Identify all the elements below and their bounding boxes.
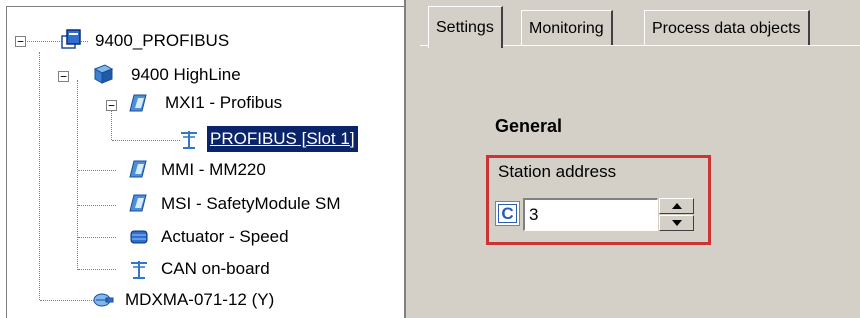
tree-line: [78, 205, 116, 206]
station-address-spinner[interactable]: [659, 198, 694, 231]
tree-item-label[interactable]: Actuator - Speed: [158, 224, 292, 250]
properties-panel: Settings Monitoring Process data objects…: [420, 0, 860, 318]
tree-line: [111, 110, 112, 140]
collapse-toggle[interactable]: −: [58, 71, 69, 82]
tree-item-label[interactable]: 9400_PROFIBUS: [92, 28, 232, 54]
tree-item-label[interactable]: MXI1 - Profibus: [162, 90, 285, 116]
bus-icon: [181, 131, 197, 149]
tree-line: [78, 237, 116, 238]
arrow-down-icon: [671, 220, 682, 226]
actuator-icon: [130, 230, 148, 244]
bus-icon: [131, 261, 147, 279]
arrow-up-icon: [671, 203, 682, 209]
spin-up-button[interactable]: [659, 198, 694, 214]
config-badge: C: [495, 201, 520, 226]
tree-item-label[interactable]: MDXMA-071-12 (Y): [122, 287, 277, 313]
tree-item-label[interactable]: CAN on-board: [158, 256, 273, 282]
project-icon: [61, 29, 81, 49]
module-icon: [129, 94, 147, 112]
station-address-label: Station address: [498, 162, 617, 181]
module-icon: [129, 194, 147, 212]
module-icon: [129, 160, 147, 178]
panel-splitter[interactable]: [406, 0, 420, 318]
tab-strip: Settings Monitoring Process data objects: [420, 0, 860, 48]
tree-item-label-selected[interactable]: PROFIBUS [Slot 1]: [206, 125, 359, 153]
tree-line: [77, 80, 78, 270]
tab-process-data-objects[interactable]: Process data objects: [644, 10, 810, 46]
station-address-input[interactable]: [523, 198, 658, 231]
tree-line: [39, 52, 40, 300]
group-title: General: [495, 116, 563, 136]
controller-icon: [93, 64, 114, 84]
tree-line: [78, 170, 116, 171]
tree-line: [78, 269, 116, 270]
project-tree[interactable]: − 9400_PROFIBUS − 9400 HighLine − MXI1 -…: [0, 0, 406, 318]
collapse-toggle[interactable]: −: [15, 36, 26, 47]
tab-settings[interactable]: Settings: [428, 6, 503, 48]
motor-icon: [93, 293, 114, 307]
tree-item-label[interactable]: MMI - MM220: [158, 157, 269, 183]
collapse-toggle[interactable]: −: [106, 100, 117, 111]
tree-item-label[interactable]: MSI - SafetyModule SM: [158, 191, 344, 217]
spin-down-button[interactable]: [659, 215, 694, 231]
tab-monitoring[interactable]: Monitoring: [521, 10, 613, 46]
tree-item-label[interactable]: 9400 HighLine: [128, 62, 244, 88]
tree-line: [112, 140, 180, 141]
